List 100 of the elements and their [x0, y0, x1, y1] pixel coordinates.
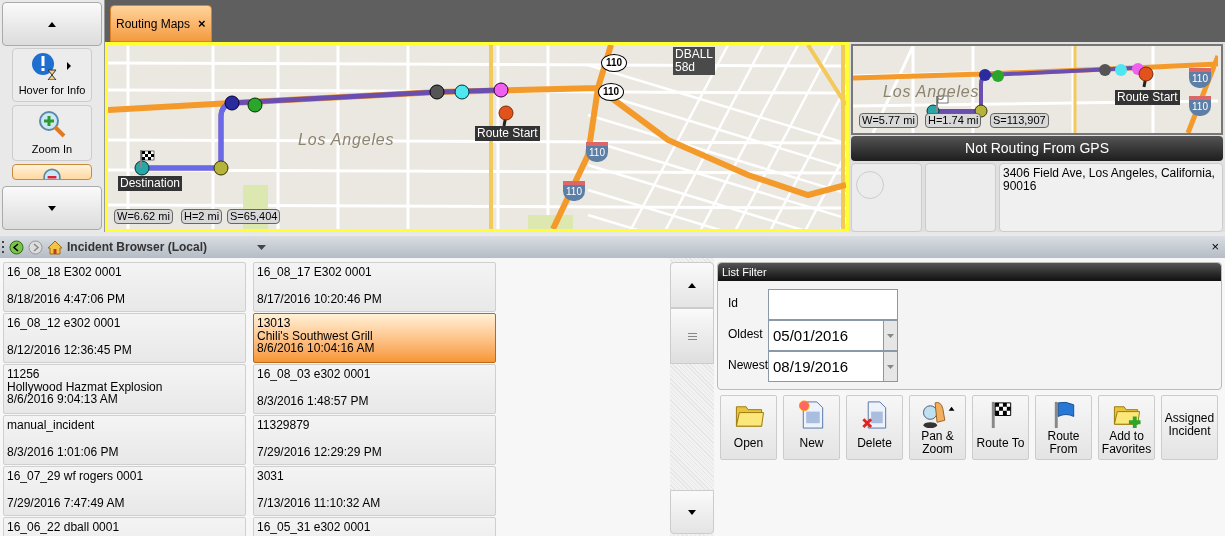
map-pin-icon: [1138, 66, 1154, 88]
toolbar-grip: [2, 240, 5, 254]
incident-card[interactable]: 3031 7/13/2016 11:10:32 AM: [253, 466, 496, 516]
up-arrow-icon: [48, 21, 56, 27]
back-icon[interactable]: [9, 239, 24, 255]
dropdown-caret-icon: [887, 364, 894, 369]
incident-id: 13013: [257, 317, 292, 330]
route-shield: 110: [598, 83, 625, 101]
incident-id: 3031: [257, 470, 285, 483]
field-label: Newest: [728, 357, 768, 374]
incident-card[interactable]: 13013 Chili's Southwest Grill 8/6/2016 10:04:16 AM: [253, 313, 496, 363]
field-label: Oldest: [728, 326, 764, 343]
marker-label: Route Start: [475, 126, 540, 141]
date-field[interactable]: 08/19/2016: [768, 351, 884, 382]
incident-card[interactable]: manual_incident 8/3/2016 1:01:06 PM: [3, 415, 246, 465]
incident-id: 16_08_17 E302 0001: [257, 266, 373, 279]
gps-status-bar: Not Routing From GPS: [851, 136, 1223, 161]
dropdown-button[interactable]: [884, 351, 898, 382]
route-shield: 110: [586, 142, 608, 162]
grip-icon: [687, 332, 697, 340]
incident-id: 16_06_22 dball 0001: [7, 521, 121, 534]
tab[interactable]: Routing Maps ×: [110, 5, 212, 42]
incident-id: 16_08_18 E302 0001: [7, 266, 123, 279]
tool-button[interactable]: Zoom In: [12, 105, 92, 161]
field-label: Id: [728, 295, 739, 312]
action-button[interactable]: Add to Favorites: [1098, 395, 1155, 460]
checkered-flag-icon: [139, 150, 155, 168]
incident-time: 7/29/2016 7:47:49 AM: [7, 496, 126, 509]
date-field[interactable]: 05/01/2016: [768, 320, 884, 351]
scale-label: W=5.77 mi: [859, 113, 918, 128]
marker-label: Destination: [118, 176, 183, 191]
incident-time: 8/17/2016 10:20:46 PM: [257, 292, 383, 305]
tool-button[interactable]: Hover for Info: [12, 48, 92, 102]
incident-card[interactable]: 16_08_12 e302 0001 8/12/2016 12:36:45 PM: [3, 313, 246, 363]
mini-map[interactable]: Los Angeles Route Start 110 110 W=5.77 mi H=1.74 mi S=113,907: [851, 44, 1223, 135]
callout-text: 58d: [675, 61, 697, 74]
zoom-in-icon: [37, 108, 67, 139]
incident-time: 7/13/2016 11:10:32 AM: [257, 496, 382, 509]
scale-label: S=65,404: [227, 209, 281, 224]
marker-label: Route Start: [1115, 90, 1180, 105]
action-button[interactable]: Pan & Zoom: [909, 395, 966, 460]
incident-name: Hollywood Hazmat Explosion: [7, 380, 164, 393]
incident-time: 8/6/2016 10:04:16 AM: [257, 342, 376, 355]
scale-label: H=1.74 mi: [925, 113, 982, 128]
home-icon[interactable]: [47, 239, 63, 255]
action-button[interactable]: Assigned Incident: [1161, 395, 1218, 460]
scroll-down-button[interactable]: [670, 490, 714, 534]
action-button[interactable]: New: [783, 395, 840, 460]
incident-card[interactable]: 16_08_18 E302 0001 8/18/2016 4:47:06 PM: [3, 262, 246, 312]
incident-id: 16_07_29 wf rogers 0001: [7, 470, 145, 483]
panel-title: List Filter: [718, 263, 1221, 281]
tab-label[interactable]: Routing Maps: [116, 14, 191, 33]
action-button[interactable]: Route To: [972, 395, 1029, 460]
route-shield: 110: [601, 54, 628, 72]
callout-text: DBALL: [675, 48, 714, 61]
incident-card[interactable]: 16_05_31 e302 0001: [253, 517, 496, 536]
incident-id: 16_08_03 e302 0001: [257, 368, 372, 381]
input-field[interactable]: [768, 289, 898, 320]
action-button[interactable]: Open: [720, 395, 777, 460]
incident-card[interactable]: 11329879 7/29/2016 12:29:29 PM: [253, 415, 496, 465]
dropdown-button[interactable]: [884, 320, 898, 351]
map-place-label: Los Angeles: [298, 130, 395, 150]
route-shield: 110: [1189, 96, 1211, 116]
action-button[interactable]: Delete: [846, 395, 903, 460]
action-button[interactable]: Route From: [1035, 395, 1092, 460]
scroll-thumb[interactable]: [670, 308, 714, 364]
incident-id: 11256: [7, 368, 41, 381]
down-arrow-icon: [48, 205, 56, 211]
incident-time: 8/12/2016 12:36:45 PM: [7, 343, 133, 356]
incident-card[interactable]: 16_08_03 e302 0001 8/3/2016 1:48:57 PM: [253, 364, 496, 414]
info-hourglass-icon: [30, 51, 74, 80]
incident-id: 16_08_12 e302 0001: [7, 317, 122, 330]
incident-name: Chili's Southwest Grill: [257, 329, 374, 342]
incident-id: manual_incident: [7, 419, 96, 432]
incident-card[interactable]: 16_06_22 dball 0001: [3, 517, 246, 536]
incident-time: 8/6/2016 9:04:13 AM: [7, 393, 118, 406]
route-shield: 110: [563, 181, 585, 201]
incident-time: 8/18/2016 4:47:06 PM: [7, 292, 127, 305]
map-pin-icon: [498, 105, 514, 127]
tool-button[interactable]: [12, 164, 92, 180]
scale-label: S=113,907: [990, 113, 1049, 128]
scroll-down-button[interactable]: [2, 186, 102, 230]
down-arrow-icon: [688, 509, 696, 515]
incident-id: 16_05_31 e302 0001: [257, 521, 372, 534]
incident-card[interactable]: 16_07_29 wf rogers 0001 7/29/2016 7:47:49 AM: [3, 466, 246, 516]
map[interactable]: Los Angeles Destination Route Start 110 DBALL 58d 110 110 110 W=6.62 mi H=2 mi S=65,404: [105, 42, 849, 232]
incident-id: 11329879: [257, 419, 311, 432]
incident-time: 7/29/2016 12:29:29 PM: [257, 445, 383, 458]
close-button[interactable]: ×: [1211, 237, 1223, 257]
close-button[interactable]: ×: [198, 13, 206, 34]
incident-card[interactable]: 16_08_17 E302 0001 8/17/2016 10:20:46 PM: [253, 262, 496, 312]
scale-label: W=6.62 mi: [114, 209, 173, 224]
browser-title[interactable]: Incident Browser (Local): [67, 238, 253, 256]
scroll-up-button[interactable]: [670, 262, 714, 308]
scroll-up-button[interactable]: [2, 2, 102, 46]
incident-time: 8/3/2016 1:48:57 PM: [257, 394, 370, 407]
scale-label: H=2 mi: [181, 209, 223, 224]
dropdown-caret-icon[interactable]: [257, 244, 266, 250]
incident-time: 8/3/2016 1:01:06 PM: [7, 445, 120, 458]
incident-card[interactable]: 11256 Hollywood Hazmat Explosion 8/6/2016 9:04:13 AM: [3, 364, 246, 414]
